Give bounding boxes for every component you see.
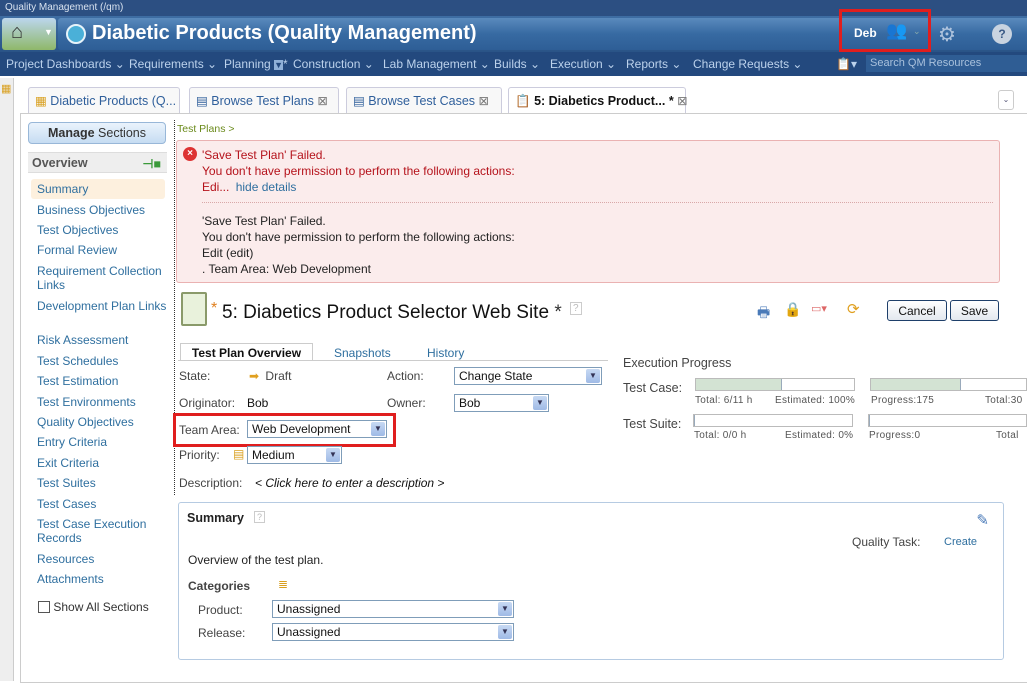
- refresh-icon[interactable]: ⟳: [847, 300, 860, 318]
- chevron-down-icon: ▼: [371, 422, 385, 436]
- sidebar-item-resources[interactable]: Resources: [37, 552, 172, 566]
- close-icon[interactable]: ⊠: [479, 94, 489, 108]
- grid-icon[interactable]: ▦: [1, 82, 11, 95]
- nav-construction[interactable]: Construction ⌄: [293, 57, 374, 71]
- document-icon: ▤: [353, 94, 365, 108]
- checkbox[interactable]: [38, 601, 50, 613]
- test-plan-icon: 📋: [515, 94, 531, 108]
- edit-icon[interactable]: ✎: [976, 511, 989, 529]
- test-suite-hours-bar: [693, 414, 853, 427]
- sidebar-item-business-objectives[interactable]: Business Objectives: [37, 203, 172, 217]
- tab-diabetic-products[interactable]: ▦ Diabetic Products (Q...: [28, 87, 180, 113]
- project-icon: ▦: [35, 94, 47, 108]
- close-icon[interactable]: ⊠: [677, 94, 687, 108]
- help-icon[interactable]: ?: [570, 302, 582, 315]
- sidebar-item-test-suites[interactable]: Test Suites: [37, 476, 172, 490]
- home-menu-button[interactable]: ⌂ ▼: [2, 18, 56, 50]
- nav-project-dashboards[interactable]: Project Dashboards ⌄: [6, 57, 125, 71]
- help-icon[interactable]: ?: [992, 24, 1012, 44]
- team-area-select[interactable]: Web Development ▼: [247, 420, 387, 438]
- print-icon[interactable]: 🖶: [757, 302, 770, 326]
- tab-snapshots[interactable]: Snapshots: [334, 346, 391, 360]
- owner-select[interactable]: Bob ▼: [454, 394, 549, 412]
- test-case-hours-bar: [695, 378, 855, 391]
- chevron-down-icon: ▼: [44, 27, 53, 37]
- test-case-points-bar: [870, 378, 1027, 391]
- error-icon: ×: [183, 147, 197, 161]
- nav-execution[interactable]: Execution ⌄: [550, 57, 616, 71]
- product-select[interactable]: Unassigned ▼: [272, 600, 514, 618]
- sidebar-item-test-estimation[interactable]: Test Estimation: [37, 374, 172, 388]
- save-button[interactable]: Save: [950, 300, 999, 321]
- release-select[interactable]: Unassigned ▼: [272, 623, 514, 641]
- priority-select[interactable]: Medium ▼: [247, 446, 342, 464]
- sidebar-item-attachments[interactable]: Attachments: [37, 572, 172, 586]
- users-icon: 👥: [886, 21, 908, 40]
- categories-icon: ≣: [278, 577, 289, 591]
- create-quality-task-link[interactable]: Create: [944, 536, 977, 548]
- arrow-right-icon: ➡: [249, 369, 260, 383]
- sidebar-item-test-objectives[interactable]: Test Objectives: [37, 223, 172, 237]
- sidebar-item-test-schedules[interactable]: Test Schedules: [37, 354, 172, 368]
- close-icon[interactable]: ⊠: [317, 94, 327, 108]
- sidebar-item-test-environments[interactable]: Test Environments: [37, 395, 172, 409]
- tab-browse-test-cases[interactable]: ▤ Browse Test Cases ⊠: [346, 87, 502, 113]
- nav-reports[interactable]: Reports ⌄: [626, 57, 681, 71]
- state-value: ➡ Draft: [249, 369, 292, 383]
- pdf-icon[interactable]: ▭▾: [811, 302, 827, 315]
- chevron-down-icon: ▼: [498, 625, 512, 639]
- sidebar-item-requirement-collection-links[interactable]: Requirement Collection Links: [37, 264, 172, 292]
- section-header-overview[interactable]: Overview ⊣■: [28, 152, 167, 173]
- chevron-down-icon: ▼: [533, 396, 547, 410]
- user-menu-highlight[interactable]: Deb 👥 ⌄: [839, 9, 931, 52]
- tab-test-plan[interactable]: 📋 5: Diabetics Product... * ⊠: [508, 87, 688, 113]
- tab-list-button[interactable]: ⌄: [998, 90, 1014, 110]
- test-suite-points-bar: [868, 414, 1027, 427]
- chevron-down-icon: ▼: [586, 369, 600, 383]
- sidebar-item-exit-criteria[interactable]: Exit Criteria: [37, 456, 172, 470]
- chevron-down-icon: ▼: [498, 602, 512, 616]
- sidebar-item-development-plan-links[interactable]: Development Plan Links: [37, 299, 172, 313]
- sidebar-item-test-case-execution-records[interactable]: Test Case Execution Records: [37, 517, 172, 545]
- project-icon: [66, 24, 86, 44]
- document-icon: ▤: [196, 94, 208, 108]
- hide-details-link[interactable]: hide details: [236, 180, 297, 194]
- nav-change-requests[interactable]: Change Requests ⌄: [693, 57, 802, 71]
- sidebar-item-summary[interactable]: Summary: [37, 182, 172, 196]
- nav-lab-management[interactable]: Lab Management ⌄: [383, 57, 490, 71]
- test-plan-icon: [181, 292, 207, 326]
- help-icon[interactable]: ?: [254, 511, 266, 523]
- chevron-down-icon: ▼: [326, 448, 340, 462]
- tab-history[interactable]: History: [427, 346, 464, 360]
- summary-section: Summary ? ✎ Overview of the test plan. Q…: [178, 502, 1004, 660]
- project-title: Diabetic Products (Quality Management): [92, 22, 477, 44]
- sidebar-item-risk-assessment[interactable]: Risk Assessment: [37, 333, 172, 347]
- tab-test-plan-overview[interactable]: Test Plan Overview: [180, 343, 313, 361]
- tab-browse-test-plans[interactable]: ▤ Browse Test Plans ⊠: [189, 87, 339, 113]
- manage-sections-button[interactable]: Manage Sections: [28, 122, 166, 144]
- home-icon: ⌂: [11, 21, 24, 43]
- nav-builds[interactable]: Builds ⌄: [494, 57, 540, 71]
- user-name[interactable]: Deb: [854, 26, 877, 40]
- breadcrumb[interactable]: Test Plans >: [177, 123, 235, 135]
- priority-icon: ▤: [233, 447, 245, 461]
- sidebar-item-entry-criteria[interactable]: Entry Criteria: [37, 435, 172, 449]
- sidebar-item-formal-review[interactable]: Formal Review: [37, 243, 172, 257]
- action-select[interactable]: Change State ▼: [454, 367, 602, 385]
- plan-title: 5: Diabetics Product Selector Web Site *: [222, 302, 562, 323]
- clipboard-icon[interactable]: 📋▾: [836, 57, 857, 71]
- cancel-button[interactable]: Cancel: [887, 300, 947, 321]
- nav-requirements[interactable]: Requirements ⌄: [129, 57, 217, 71]
- show-all-sections[interactable]: Show All Sections: [38, 600, 149, 614]
- gear-icon[interactable]: ⚙: [938, 22, 956, 47]
- search-input[interactable]: Search QM Resources: [866, 55, 1027, 72]
- sidebar-item-test-cases[interactable]: Test Cases: [37, 497, 172, 511]
- sidebar-item-quality-objectives[interactable]: Quality Objectives: [37, 415, 172, 429]
- error-message: × 'Save Test Plan' Failed. You don't have…: [176, 140, 1000, 283]
- lock-icon[interactable]: 🔒: [784, 301, 801, 318]
- description-field[interactable]: < Click here to enter a description >: [255, 476, 444, 490]
- nav-planning[interactable]: Planning ▼*: [224, 57, 288, 71]
- pin-icon[interactable]: ⊣■: [143, 156, 161, 171]
